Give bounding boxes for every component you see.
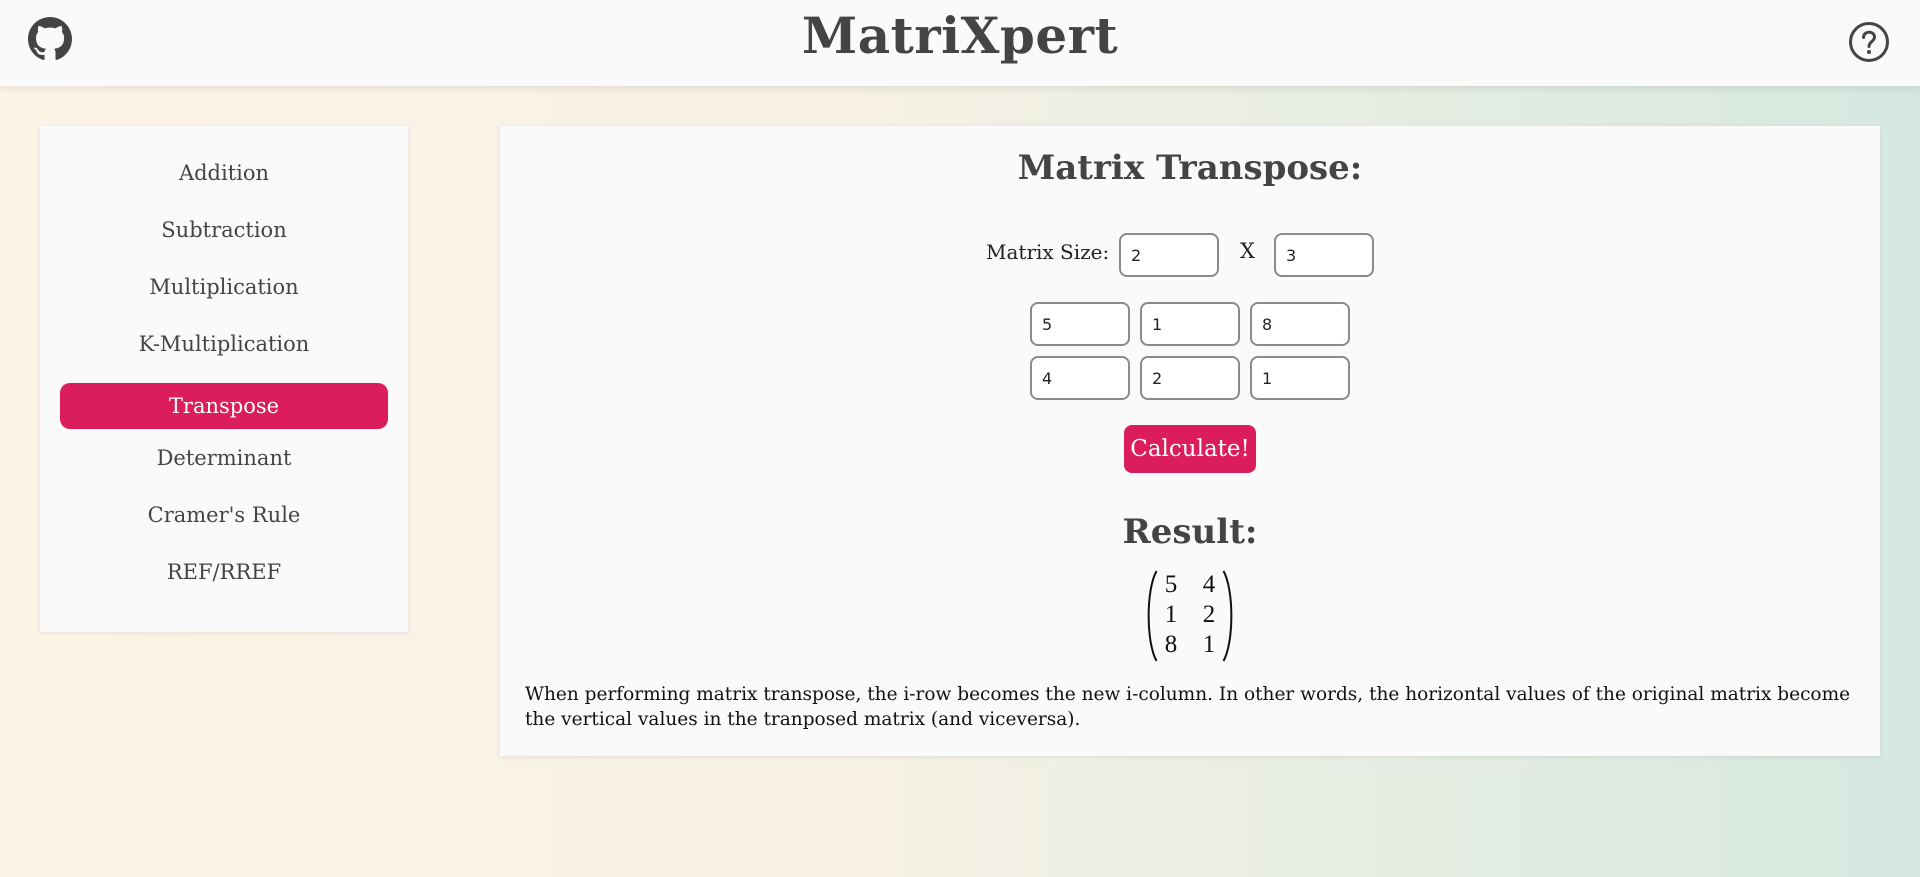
result-matrix: 5 4 1 2 8 1 (1146, 570, 1234, 662)
matrix-cell-r1c3[interactable] (1250, 302, 1350, 346)
result-cell-r2c2: 2 (1202, 601, 1216, 628)
matrix-cell-r1c2[interactable] (1140, 302, 1240, 346)
left-parenthesis-icon (1147, 570, 1158, 662)
matrix-cell-r2c3[interactable] (1250, 356, 1350, 400)
result-cell-r3c2: 1 (1202, 631, 1216, 658)
sidebar-item-addition[interactable]: Addition (60, 150, 388, 196)
result-title: Result: (1122, 512, 1258, 552)
app-title: MatriXpert (801, 6, 1119, 65)
transpose-description: When performing matrix transpose, the i-… (525, 684, 1851, 730)
result-cell-r1c1: 5 (1164, 571, 1178, 598)
app-header: MatriXpert (0, 0, 1920, 86)
result-cell-r1c2: 4 (1202, 571, 1216, 598)
matrix-cell-r2c1[interactable] (1030, 356, 1130, 400)
sidebar-item-cramers-rule[interactable]: Cramer's Rule (60, 492, 388, 538)
page-title: Matrix Transpose: (1017, 148, 1363, 188)
sidebar-item-determinant[interactable]: Determinant (60, 435, 388, 481)
matrix-size-label: Matrix Size: (986, 240, 1110, 264)
cols-input[interactable] (1274, 233, 1374, 277)
sidebar-item-transpose[interactable]: Transpose (60, 383, 388, 429)
matrix-cell-r2c2[interactable] (1140, 356, 1240, 400)
operations-sidebar: Addition Subtraction Multiplication K-Mu… (40, 126, 408, 632)
size-separator-label: X (1240, 239, 1255, 263)
rows-input[interactable] (1119, 233, 1219, 277)
matrix-cell-r1c1[interactable] (1030, 302, 1130, 346)
sidebar-item-ref-rref[interactable]: REF/RREF (60, 549, 388, 595)
sidebar-item-multiplication[interactable]: Multiplication (60, 264, 388, 310)
result-cell-r3c1: 8 (1164, 631, 1178, 658)
sidebar-item-k-multiplication[interactable]: K-Multiplication (60, 321, 388, 367)
right-parenthesis-icon (1222, 570, 1233, 662)
help-icon[interactable] (1848, 21, 1890, 63)
transpose-panel: Matrix Transpose: Matrix Size: X Calcula… (500, 126, 1880, 756)
calculate-button[interactable]: Calculate! (1124, 425, 1256, 473)
result-cell-r2c1: 1 (1164, 601, 1178, 628)
sidebar-item-subtraction[interactable]: Subtraction (60, 207, 388, 253)
